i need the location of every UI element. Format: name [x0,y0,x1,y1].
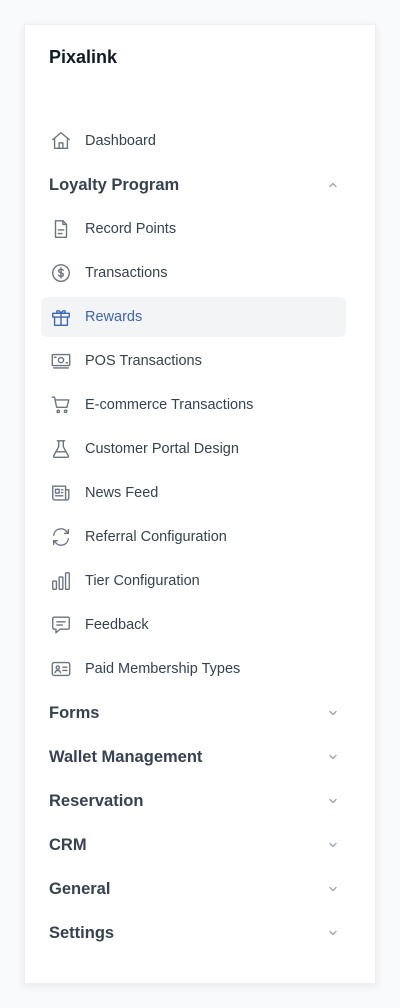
newspaper-icon [49,481,73,505]
dollar-circle-icon [49,261,73,285]
sidebar-item-customer-portal-design[interactable]: Customer Portal Design [41,429,346,469]
sidebar-item-dashboard[interactable]: Dashboard [41,121,346,161]
id-card-icon [49,657,73,681]
sidebar-item-label: Customer Portal Design [85,441,239,457]
section-label: Settings [49,923,115,942]
sidebar-item-label: News Feed [85,485,159,501]
section-label: Reservation [49,791,144,810]
chevron-down-icon [326,882,340,896]
sidebar-item-label: Paid Membership Types [85,661,241,677]
document-icon [49,217,73,241]
sidebar-item-label: Transactions [85,265,168,281]
section-crm[interactable]: CRM [41,825,346,865]
sidebar-item-tier-configuration[interactable]: Tier Configuration [41,561,346,601]
sidebar-item-paid-membership-types[interactable]: Paid Membership Types [41,649,346,689]
sidebar-item-label: POS Transactions [85,353,202,369]
sidebar-item-transactions[interactable]: Transactions [41,253,346,293]
section-settings[interactable]: Settings [41,913,346,953]
chat-icon [49,613,73,637]
sidebar-item-label: Referral Configuration [85,529,227,545]
section-label: Wallet Management [49,747,203,766]
sidebar-item-label: Feedback [85,617,149,633]
section-label: Loyalty Program [49,175,180,194]
sidebar-item-label: Tier Configuration [85,573,200,589]
sidebar-item-referral-configuration[interactable]: Referral Configuration [41,517,346,557]
section-reservation[interactable]: Reservation [41,781,346,821]
sidebar-item-label: Record Points [85,221,177,237]
chevron-up-icon [326,178,340,192]
section-label: Forms [49,703,100,722]
section-label: General [49,879,111,898]
sidebar-panel: Pixalink Dashboard Loyalty Program Recor… [24,24,376,984]
beaker-icon [49,437,73,461]
section-forms[interactable]: Forms [41,693,346,733]
shopping-cart-icon [49,393,73,417]
bar-chart-icon [49,569,73,593]
home-icon [49,129,73,153]
sidebar-item-news-feed[interactable]: News Feed [41,473,346,513]
section-wallet-management[interactable]: Wallet Management [41,737,346,777]
sidebar-item-label: E-commerce Transactions [85,397,254,413]
chevron-down-icon [326,838,340,852]
cash-icon [49,349,73,373]
chevron-down-icon [326,706,340,720]
app-logo-text: Pixalink [49,47,118,67]
sidebar-item-ecommerce-transactions[interactable]: E-commerce Transactions [41,385,346,425]
chevron-down-icon [326,750,340,764]
section-general[interactable]: General [41,869,346,909]
sidebar-item-record-points[interactable]: Record Points [41,209,346,249]
sidebar-item-label: Dashboard [85,133,156,149]
sidebar-item-label: Rewards [85,309,143,325]
sidebar-item-feedback[interactable]: Feedback [41,605,346,645]
chevron-down-icon [326,794,340,808]
refresh-icon [49,525,73,549]
gift-icon [49,305,73,329]
chevron-down-icon [326,926,340,940]
sidebar-item-rewards[interactable]: Rewards [41,297,346,337]
section-label: CRM [49,835,87,854]
sidebar-item-pos-transactions[interactable]: POS Transactions [41,341,346,381]
section-loyalty-program[interactable]: Loyalty Program [41,165,346,205]
